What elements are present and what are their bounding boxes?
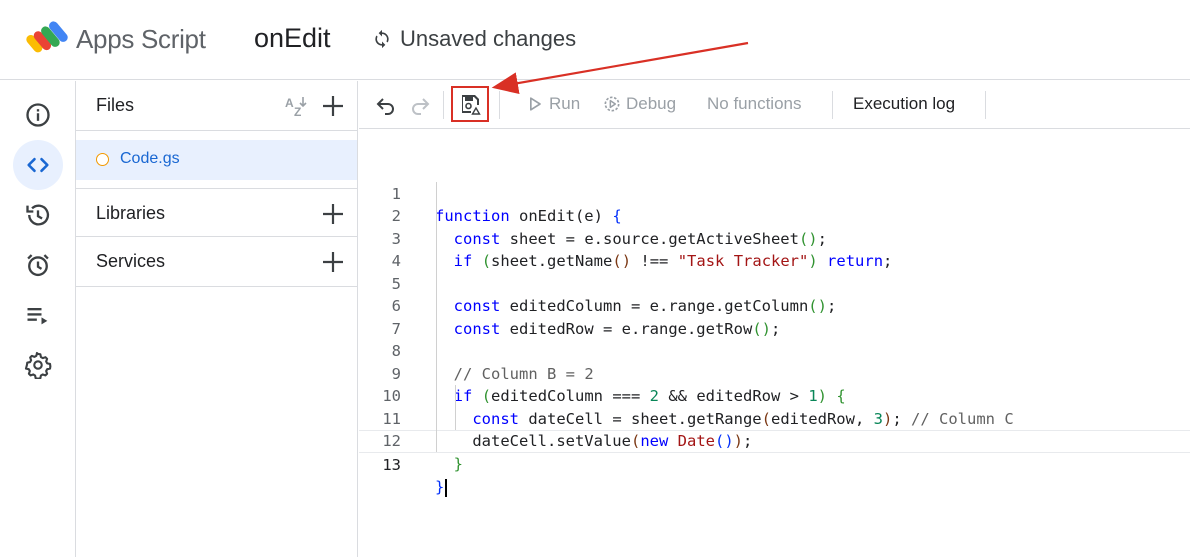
code-line: 12 } [359,408,1190,473]
apps-script-logo-icon [26,21,68,53]
code-line-current: 13 } [359,430,1190,497]
code-line: 3 if (sheet.getName() !== "Task Tracker"… [359,205,1190,271]
code-editor[interactable]: 1 function onEdit(e) { 2 const sheet = e… [359,130,1190,557]
debug-button[interactable]: Debug [602,94,676,114]
save-button[interactable] [451,86,489,122]
add-file-icon[interactable] [320,93,346,119]
services-title: Services [96,251,166,271]
code-area[interactable]: 1 function onEdit(e) { 2 const sheet = e… [359,160,1190,497]
sync-icon [375,29,389,49]
rail-editor[interactable] [13,140,63,190]
debug-icon [604,96,620,112]
left-rail [0,81,76,557]
file-item-code-gs[interactable]: Code.gs [76,140,357,180]
unsaved-dot-icon [96,153,109,166]
code-line: 10 const dateCell = sheet.getRange(edite… [359,363,1190,428]
sort-az-icon[interactable]: A Z [282,93,308,119]
toolbar-separator [443,91,444,119]
save-status-text: Unsaved changes [400,26,577,51]
save-drive-icon [462,95,481,115]
svg-text:A: A [285,96,294,110]
toolbar-separator [499,91,500,119]
editor-toolbar: Run Debug No functions Execution log [359,81,1190,129]
add-service-icon[interactable] [320,249,346,275]
line-code: } [435,476,448,499]
rail-triggers[interactable] [13,240,63,290]
code-line: 8 // Column B = 2 [359,318,1190,383]
line-code: } [453,454,464,473]
files-title: Files [96,95,135,115]
playlist-play-icon [27,308,48,325]
files-panel: Files A Z Code.gs Libraries Services [76,81,358,557]
line-number: 13 [382,455,401,474]
info-icon [26,103,50,127]
project-name[interactable]: onEdit [254,23,331,54]
toolbar-separator [985,91,986,119]
app-header: Apps Script onEdit Unsaved changes [0,0,1190,80]
run-button[interactable]: Run [525,94,580,114]
libraries-title: Libraries [96,203,166,223]
services-row: Services [76,237,358,287]
rail-history[interactable] [13,190,63,240]
code-line: 9 if (editedColumn === 2 && editedRow > … [359,340,1190,406]
alarm-icon [27,254,49,277]
history-icon [26,204,50,226]
function-select-value: No functions [707,94,802,113]
execution-log-button[interactable]: Execution log [853,94,955,114]
rail-overview[interactable] [13,90,63,140]
function-select[interactable]: No functions [707,94,802,114]
app-name: Apps Script [76,24,206,54]
code-line: 2 const sheet = e.source.getActiveSheet(… [359,183,1190,248]
code-line: 4 [359,228,1190,270]
libraries-row: Libraries [76,188,358,237]
redo-icon[interactable] [408,93,432,117]
toolbar-separator [832,91,833,119]
add-library-icon[interactable] [320,201,346,227]
code-line: 1 function onEdit(e) { [359,160,1190,226]
text-cursor [445,478,448,497]
rail-settings[interactable] [13,340,63,390]
code-line: 6 const editedRow = e.range.getRow(); [359,273,1190,338]
files-header: Files A Z [76,81,358,131]
undo-icon[interactable] [374,93,398,117]
indent-guide [455,385,456,430]
gear-icon [24,351,52,379]
code-line: 5 const editedColumn = e.range.getColumn… [359,250,1190,316]
code-line: 7 [359,295,1190,338]
save-status: Unsaved changes [372,26,576,52]
play-icon [530,97,541,111]
rail-executions[interactable] [13,290,63,340]
run-label: Run [549,94,581,113]
code-line: 11 dateCell.setValue(new Date()); [359,385,1190,451]
file-name: Code.gs [120,150,180,167]
svg-text:Z: Z [294,105,301,119]
code-icon [27,157,49,173]
indent-guide [436,182,437,452]
debug-label: Debug [626,94,677,113]
